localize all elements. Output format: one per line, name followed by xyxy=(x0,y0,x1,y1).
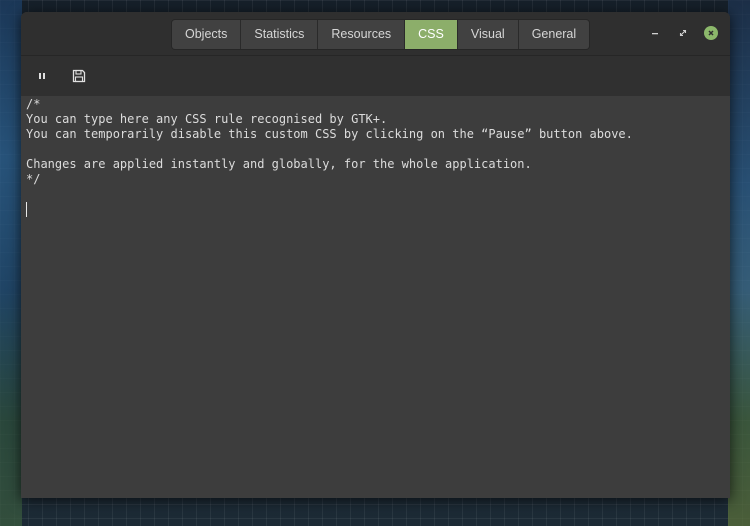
minimize-button[interactable] xyxy=(648,26,662,40)
tab-resources[interactable]: Resources xyxy=(318,20,406,49)
headerbar: Objects Statistics Resources CSS Visual … xyxy=(21,12,730,56)
tab-statistics[interactable]: Statistics xyxy=(241,20,319,49)
tab-css[interactable]: CSS xyxy=(405,20,458,49)
close-button[interactable] xyxy=(704,26,718,40)
pause-icon xyxy=(39,73,45,79)
tab-switcher: Objects Statistics Resources CSS Visual … xyxy=(171,19,591,50)
gtk-inspector-window: Objects Statistics Resources CSS Visual … xyxy=(21,12,730,498)
desktop-wallpaper-left xyxy=(0,0,22,526)
maximize-icon xyxy=(679,29,687,37)
css-editor[interactable]: /* You can type here any CSS rule recogn… xyxy=(21,96,730,498)
editor-line: /* xyxy=(26,97,41,111)
pause-button[interactable] xyxy=(31,66,53,86)
save-icon xyxy=(72,69,86,83)
editor-line: */ xyxy=(26,172,41,186)
close-icon xyxy=(708,30,714,36)
desktop-wallpaper-right xyxy=(728,0,750,526)
minimize-icon xyxy=(652,33,658,35)
maximize-button[interactable] xyxy=(676,26,690,40)
editor-line: Changes are applied instantly and global… xyxy=(26,157,532,171)
css-toolbar xyxy=(21,56,730,96)
editor-line: You can type here any CSS rule recognise… xyxy=(26,112,388,126)
text-caret xyxy=(26,202,27,217)
tab-general[interactable]: General xyxy=(518,20,590,49)
tab-visual[interactable]: Visual xyxy=(457,20,519,49)
tab-objects[interactable]: Objects xyxy=(172,20,242,49)
editor-line: You can temporarily disable this custom … xyxy=(26,127,633,141)
save-button[interactable] xyxy=(68,66,90,86)
